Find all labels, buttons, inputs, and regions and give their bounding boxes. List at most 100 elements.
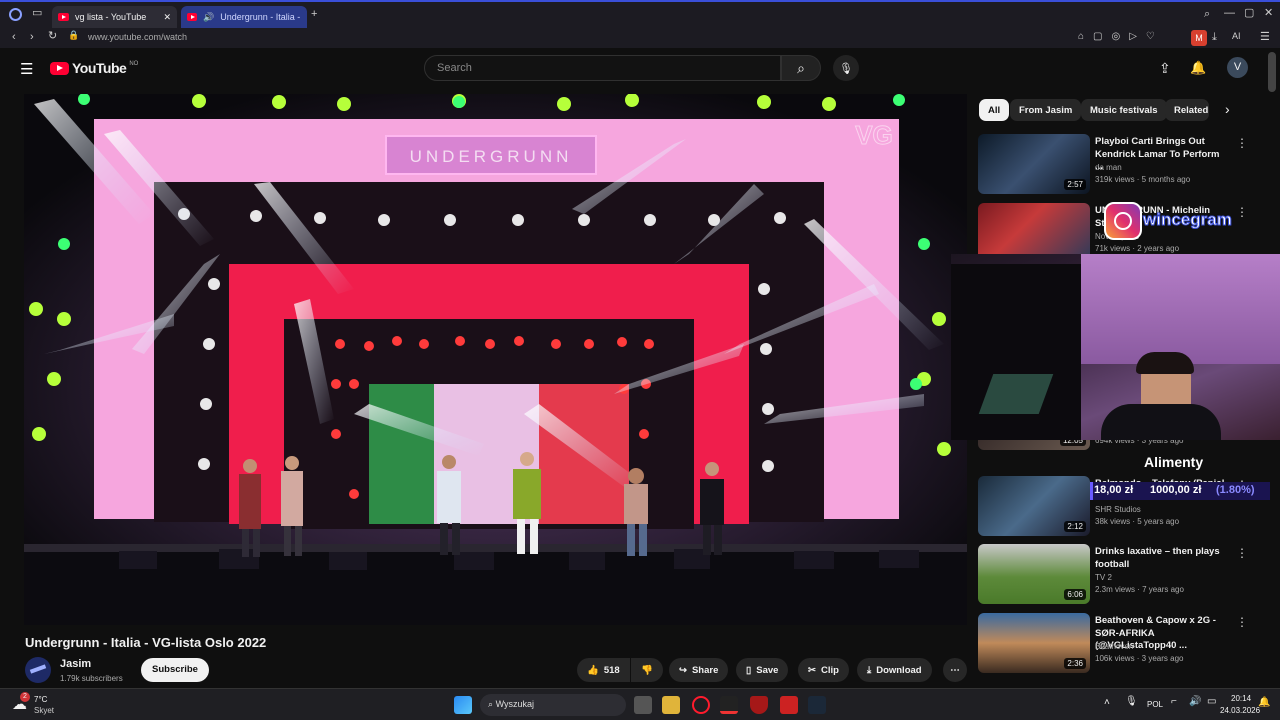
tab-label: Undergrunn - Italia - V — [220, 12, 301, 22]
related-video[interactable]: 6:06 Drinks laxative – then plays footba… — [978, 544, 1278, 606]
more-vert-icon[interactable]: ⋮ — [1236, 136, 1248, 150]
input-language[interactable]: POL — [1147, 700, 1163, 709]
like-button[interactable]: 👍 518 — [577, 658, 630, 682]
chevron-right-icon[interactable]: › — [1225, 101, 1230, 117]
minimize-icon[interactable]: — — [1224, 8, 1235, 19]
channel-avatar[interactable] — [25, 657, 51, 683]
task-view-icon[interactable] — [634, 696, 652, 714]
video-thumbnail: 2:36 — [978, 613, 1090, 673]
related-meta: 71k views · 2 years ago — [1095, 244, 1180, 253]
subscribe-button[interactable]: Subscribe — [141, 658, 209, 682]
profile-m-icon[interactable]: M — [1191, 30, 1207, 46]
speaker-icon[interactable]: 🔊 — [203, 12, 214, 22]
search-icon: ⌕ — [488, 699, 494, 709]
weather-badge: 2 — [20, 692, 30, 702]
account-avatar[interactable]: V — [1227, 57, 1248, 78]
network-icon[interactable]: ⌐ — [1171, 696, 1177, 707]
youtube-logo[interactable]: YouTube NO — [50, 60, 138, 76]
download-icon: ⤓ — [867, 664, 872, 676]
channel-name[interactable]: Jasim — [60, 658, 91, 670]
upload-icon[interactable]: ⇪ — [1159, 60, 1171, 77]
weather-condition: Skyet — [34, 706, 55, 715]
goal-label: Alimenty — [1144, 454, 1204, 470]
toolbar-extension-icons[interactable]: ⌂▢◎▷♡ — [1078, 32, 1164, 42]
logo-text: YouTube — [72, 60, 127, 76]
search-tabs-icon[interactable]: ⌕ — [1204, 9, 1210, 20]
share-icon: ↪ — [679, 664, 687, 676]
subscriber-count: 1.79k subscribers — [60, 674, 123, 683]
clock-date[interactable]: 24.03.2026 — [1220, 706, 1260, 715]
steam-icon[interactable] — [808, 696, 826, 714]
chip-related[interactable]: Related — [1165, 99, 1209, 121]
scrollbar-thumb[interactable] — [1268, 52, 1276, 92]
goal-target: 1000,00 zł — [1150, 484, 1202, 496]
close-window-icon[interactable]: ✕ — [1264, 8, 1273, 19]
related-channel: da man — [1095, 163, 1122, 172]
taskbar-search-label: Wyszukaj — [495, 699, 534, 709]
menu-icon[interactable]: ☰ — [1260, 32, 1270, 43]
search-icon: ⌕ — [797, 59, 805, 76]
shield-icon[interactable] — [750, 696, 768, 714]
close-tab-icon[interactable]: ✕ — [163, 12, 171, 23]
aria-ai-icon[interactable]: AI — [1232, 32, 1241, 41]
battery-icon[interactable]: ▭ — [1207, 696, 1216, 707]
reload-icon[interactable]: ↻ — [48, 31, 57, 42]
chip-from-jasim[interactable]: From Jasim — [1010, 99, 1082, 121]
save-button[interactable]: ▯ Save — [736, 658, 789, 682]
url-field[interactable]: www.youtube.com/watch — [88, 32, 187, 42]
volume-icon[interactable]: 🔊 — [1189, 696, 1201, 707]
clip-button[interactable]: ✂ Clip — [798, 658, 849, 682]
vg-watermark: VG — [855, 120, 893, 150]
tab-undergrunn[interactable]: 🔊 Undergrunn - Italia - V — [181, 6, 307, 28]
more-actions-button[interactable]: ⋯ — [943, 658, 967, 682]
new-tab-icon[interactable]: + — [311, 9, 317, 20]
more-icon: ⋯ — [950, 664, 960, 676]
search-input[interactable]: Search — [424, 55, 781, 81]
more-vert-icon[interactable]: ⋮ — [1236, 615, 1248, 629]
address-bar: ‹ › ↻ 🔒 www.youtube.com/watch ⌂▢◎▷♡ M ⤓ … — [0, 28, 1280, 48]
dislike-button[interactable]: 👎 — [631, 658, 663, 682]
download-label: Download — [876, 664, 922, 676]
duration-badge: 6:06 — [1064, 589, 1086, 600]
app-icon-2[interactable] — [780, 696, 798, 714]
share-label: Share — [691, 664, 719, 676]
weather-temp: 7°C — [34, 695, 48, 704]
voice-search-button[interactable]: 🎙 — [833, 55, 859, 81]
goal-current: 18,00 zł — [1094, 484, 1134, 496]
hamburger-menu-icon[interactable]: ☰ — [20, 60, 33, 78]
chevron-up-icon[interactable]: ˄ — [1104, 697, 1110, 708]
back-icon[interactable]: ‹ — [12, 32, 16, 43]
search-button[interactable]: ⌕ — [781, 55, 821, 81]
notification-icon[interactable]: 🔔 — [1258, 697, 1270, 708]
tab-overview-icon[interactable]: ▭ — [32, 8, 42, 19]
related-video[interactable]: 2:57 Playboi Carti Brings Out Kendrick L… — [978, 134, 1278, 196]
download-icon[interactable]: ⤓ — [1212, 32, 1217, 43]
taskbar-search-input[interactable]: ⌕ Wyszukaj — [480, 694, 626, 716]
video-thumbnail: 6:06 — [978, 544, 1090, 604]
download-button[interactable]: ⤓ Download — [857, 658, 932, 682]
bookmark-icon: ▯ — [746, 664, 752, 676]
opera-gx-icon[interactable] — [692, 696, 710, 714]
chip-music-festivals[interactable]: Music festivals — [1081, 99, 1167, 121]
windows-taskbar: ☁ 2 7°C Skyet ⌕ Wyszukaj ˄ 🎙 POL ⌐ 🔊 ▭ 2… — [0, 688, 1280, 720]
related-video[interactable]: 2:36 Beathoven & Capow x 2G - SØR-AFRIKA… — [978, 613, 1278, 675]
share-button[interactable]: ↪ Share — [669, 658, 729, 682]
duration-badge: 2:36 — [1064, 658, 1086, 669]
chip-all[interactable]: All — [979, 99, 1010, 121]
more-vert-icon[interactable]: ⋮ — [1236, 205, 1248, 219]
file-explorer-icon[interactable] — [662, 696, 680, 714]
notifications-bell-icon[interactable]: 🔔 — [1190, 60, 1206, 76]
maximize-icon[interactable]: ▢ — [1244, 8, 1254, 19]
duration-badge: 2:12 — [1064, 521, 1086, 532]
video-player[interactable]: UNDERGRUNN VG — [24, 94, 967, 625]
opera-logo-icon[interactable] — [9, 8, 22, 21]
forward-icon[interactable]: › — [30, 32, 34, 43]
more-vert-icon[interactable]: ⋮ — [1236, 546, 1248, 560]
tab-vg-lista[interactable]: vg lista - YouTube ✕ — [52, 6, 177, 28]
youtube-favicon-icon — [58, 13, 69, 21]
app-icon[interactable] — [720, 696, 738, 714]
related-title: Drinks laxative – then plays football — [1095, 546, 1220, 570]
microphone-icon[interactable]: 🎙 — [1125, 696, 1138, 707]
clock-time[interactable]: 20:14 — [1231, 694, 1251, 703]
windows-start-icon[interactable] — [454, 696, 472, 714]
